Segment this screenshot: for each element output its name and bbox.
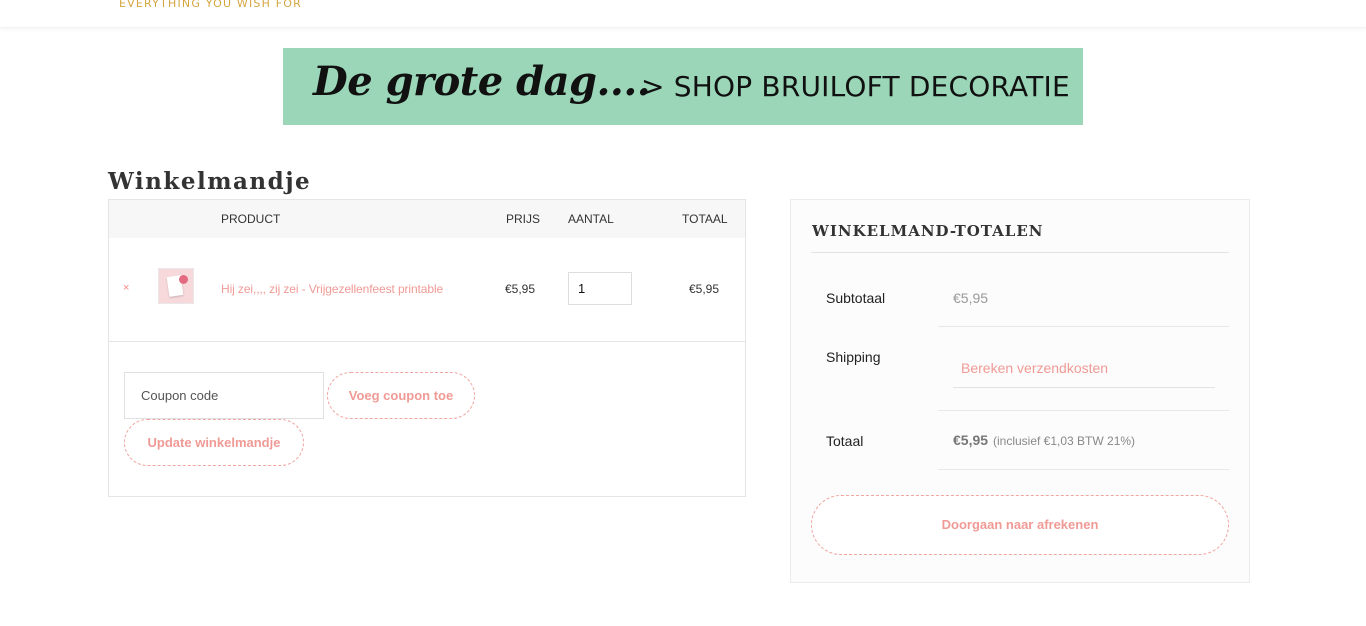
thumbnail-flower-image — [179, 275, 188, 284]
totals-title-divider — [811, 252, 1229, 253]
subtotal-value: €5,95 — [953, 290, 989, 306]
promo-banner[interactable]: De grote dag.... > SHOP BRUILOFT DECORAT… — [283, 48, 1083, 125]
total-label: Totaal — [826, 433, 864, 449]
site-tagline: EVERYTHING YOU WISH FOR — [119, 0, 302, 10]
apply-coupon-button[interactable]: Voeg coupon toe — [327, 372, 475, 419]
quantity-input[interactable] — [568, 272, 632, 305]
column-header-total: TOTAAL — [682, 212, 728, 226]
banner-headline: De grote dag.... — [313, 58, 651, 105]
cart-totals-panel: WINKELMAND-TOTALEN Subtotaal €5,95 Shipp… — [790, 199, 1250, 583]
update-cart-button[interactable]: Update winkelmandje — [124, 419, 304, 466]
row-divider — [109, 341, 745, 342]
subtotal-label: Subtotaal — [826, 290, 886, 306]
tax-note: (inclusief €1,03 BTW 21%) — [993, 434, 1136, 448]
cart-table: PRODUCT PRIJS AANTAL TOTAAL × Hij zei,,,… — [108, 199, 746, 497]
site-header: EVERYTHING YOU WISH FOR — [0, 0, 1366, 28]
shipping-link-underline — [953, 387, 1215, 388]
column-header-quantity: AANTAL — [568, 212, 614, 226]
total-value: €5,95 — [953, 432, 989, 448]
cart-table-header: PRODUCT PRIJS AANTAL TOTAAL — [109, 200, 745, 238]
banner-shop-link[interactable]: > SHOP BRUILOFT DECORATIE — [641, 70, 1070, 103]
calculate-shipping-link[interactable]: Bereken verzendkosten — [961, 360, 1108, 376]
item-price: €5,95 — [505, 282, 536, 296]
totals-divider — [938, 326, 1229, 327]
product-thumbnail[interactable] — [158, 268, 194, 304]
totals-divider — [938, 410, 1229, 411]
remove-item-icon[interactable]: × — [123, 282, 129, 294]
coupon-code-input[interactable] — [124, 372, 324, 419]
page-title: Winkelmandje — [108, 168, 312, 195]
column-header-price: PRIJS — [506, 212, 541, 226]
totals-divider — [938, 469, 1229, 470]
product-name-link[interactable]: Hij zei,,,, zij zei - Vrijgezellenfeest … — [221, 282, 443, 296]
cart-totals-title: WINKELMAND-TOTALEN — [812, 222, 1044, 240]
shipping-label: Shipping — [826, 349, 881, 365]
proceed-to-checkout-button[interactable]: Doorgaan naar afrekenen — [811, 495, 1229, 555]
column-header-product: PRODUCT — [221, 212, 281, 226]
item-total: €5,95 — [689, 282, 720, 296]
